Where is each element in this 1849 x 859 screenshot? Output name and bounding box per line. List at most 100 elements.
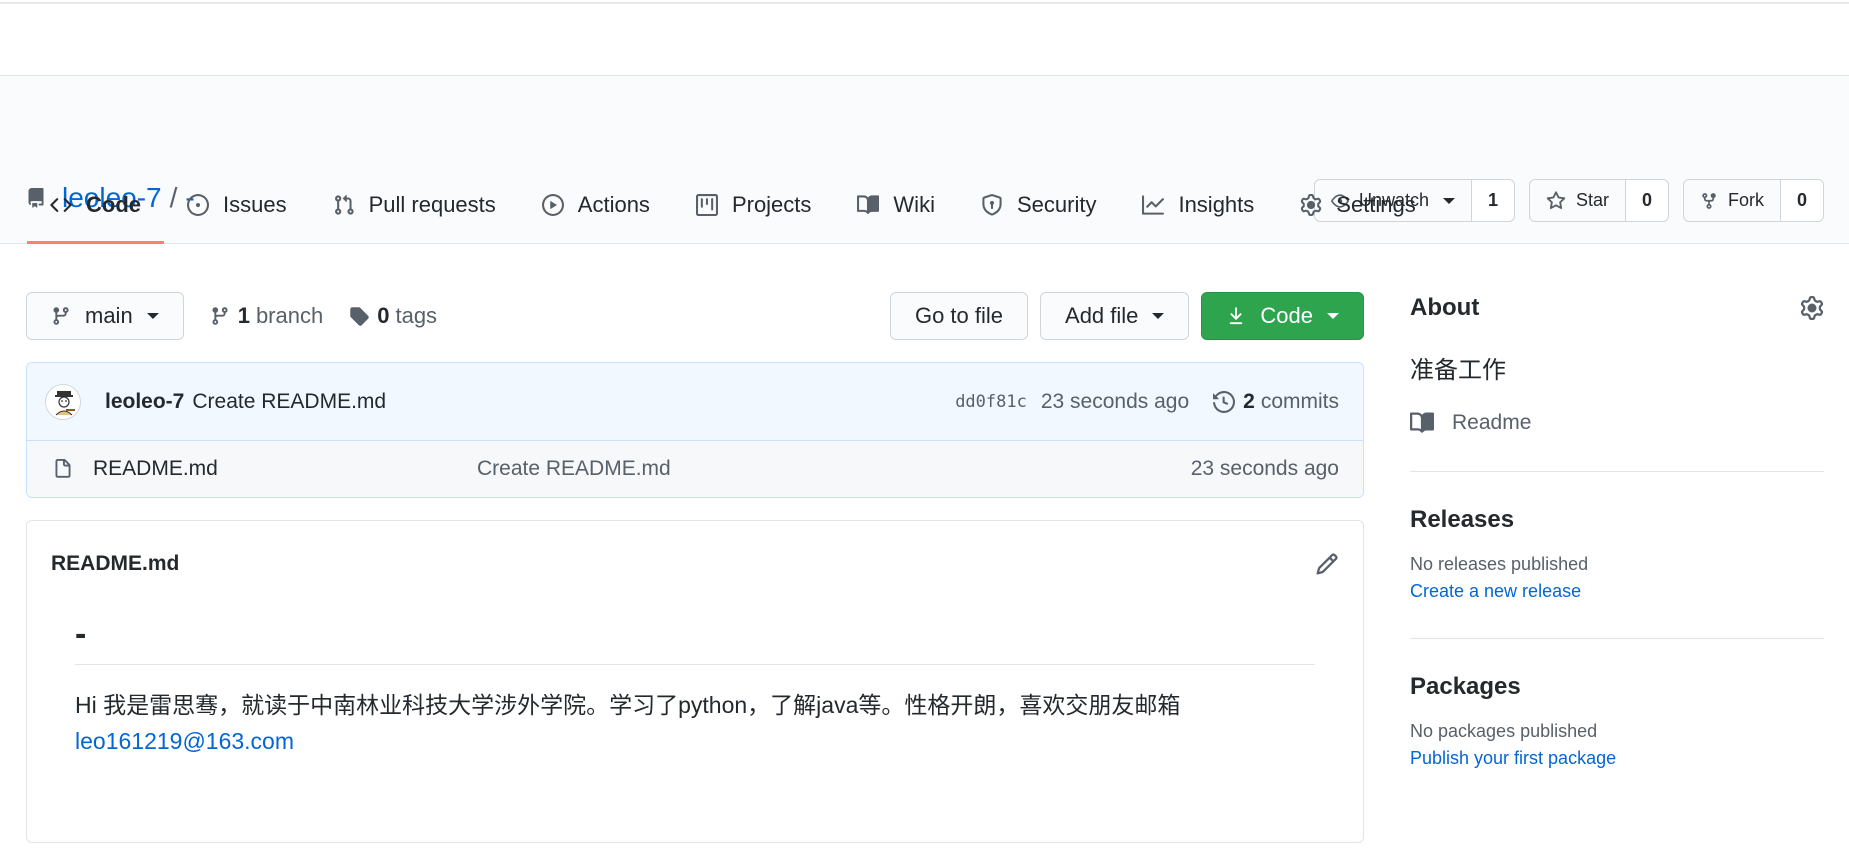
branch-icon [212, 307, 228, 325]
chevron-down-icon [1327, 313, 1339, 319]
repo-description: 准备工作 [1410, 357, 1506, 384]
readme-filename[interactable]: README.md [51, 552, 179, 576]
code-download-button[interactable]: Code [1201, 292, 1364, 340]
email-link[interactable]: leo161219@163.com [75, 728, 294, 754]
fork-label: Fork [1728, 190, 1764, 210]
tab-settings[interactable]: Settings [1277, 168, 1439, 244]
star-button-group: Star 0 [1528, 179, 1669, 222]
tab-label: Security [1016, 191, 1097, 217]
repo-tabs: Code Issues Pull requests Actions Projec… [27, 168, 1439, 244]
tab-security[interactable]: Security [958, 168, 1119, 244]
about-header: About [1410, 292, 1824, 324]
file-name[interactable]: README.md [93, 457, 477, 481]
divider [1410, 471, 1824, 472]
fork-button-group: Fork 0 [1683, 179, 1824, 222]
branch-select-button[interactable]: main [26, 292, 184, 340]
readme-text: Hi 我是雷思骞，就读于中南林业科技大学涉外学院。学习了python，了解jav… [75, 692, 1181, 718]
commits-count: 2 [1243, 389, 1255, 413]
fork-button[interactable]: Fork [1684, 180, 1781, 221]
tags-count: 0 [377, 303, 390, 328]
tab-label: Issues [223, 191, 287, 217]
tab-label: Insights [1178, 191, 1255, 217]
issue-icon [187, 193, 209, 216]
publish-package-link[interactable]: Publish your first package [1410, 748, 1824, 769]
pencil-icon[interactable] [1315, 552, 1339, 576]
tags-label: tags [395, 303, 438, 328]
packages-empty: No packages published [1410, 721, 1598, 741]
tab-label: Settings [1336, 191, 1416, 217]
divider [1410, 638, 1824, 639]
shield-icon [982, 193, 1002, 216]
packages-title[interactable]: Packages [1410, 673, 1824, 701]
latest-commit: leoleo-7 Create README.md dd0f81c 23 sec… [27, 363, 1363, 441]
file-navigation: main 1 branch 0 tags Go to file Add file [26, 292, 1364, 340]
global-header [0, 0, 1849, 76]
book-icon [1410, 412, 1434, 433]
create-release-link[interactable]: Create a new release [1410, 581, 1824, 602]
branches-label: branch [255, 303, 324, 328]
main-column: main 1 branch 0 tags Go to file Add file [26, 292, 1364, 843]
add-file-label: Add file [1065, 303, 1139, 328]
readme-box: README.md - Hi 我是雷思骞，就读于中南林业科技大学涉外学院。学习了… [26, 520, 1364, 843]
commit-sha[interactable]: dd0f81c [955, 392, 1027, 412]
commit-time: 23 seconds ago [1040, 389, 1190, 413]
gear-icon [1301, 193, 1322, 216]
commits-link[interactable]: 2 commits [1213, 390, 1339, 414]
watchers-count[interactable]: 1 [1471, 180, 1514, 221]
file-icon [55, 459, 71, 478]
tab-label: Projects [731, 191, 812, 217]
commit-message[interactable]: Create README.md [192, 390, 386, 414]
book-icon [857, 194, 880, 214]
fork-icon [1702, 192, 1716, 209]
branch-name: main [85, 303, 133, 328]
tab-projects[interactable]: Projects [673, 168, 834, 244]
star-label: Star [1575, 190, 1609, 210]
releases-title[interactable]: Releases [1410, 506, 1824, 534]
history-icon [1213, 390, 1236, 413]
tab-code[interactable]: Code [27, 168, 164, 244]
commit-author[interactable]: leoleo-7 [105, 390, 184, 414]
star-button[interactable]: Star [1530, 180, 1626, 221]
file-time: 23 seconds ago [1190, 457, 1339, 480]
tags-link[interactable]: 0 tags [349, 303, 437, 329]
stars-count[interactable]: 0 [1626, 180, 1668, 221]
file-list: leoleo-7 Create README.md dd0f81c 23 sec… [26, 362, 1364, 498]
tag-icon [350, 307, 369, 326]
tab-pull-requests[interactable]: Pull requests [310, 168, 519, 244]
sidebar: About 准备工作 Readme Releases No releases p… [1410, 292, 1824, 769]
readme-paragraph: Hi 我是雷思骞，就读于中南林业科技大学涉外学院。学习了python，了解jav… [75, 687, 1315, 759]
file-commit-message[interactable]: Create README.md [477, 457, 671, 481]
branches-count: 1 [237, 303, 250, 328]
commits-label: commits [1260, 389, 1339, 413]
star-icon [1546, 190, 1566, 209]
tab-wiki[interactable]: Wiki [834, 168, 958, 244]
avatar[interactable] [45, 383, 81, 420]
branches-link[interactable]: 1 branch [210, 303, 324, 329]
tab-insights[interactable]: Insights [1119, 168, 1277, 244]
readme-link[interactable]: Readme [1410, 411, 1824, 435]
download-icon [1230, 307, 1243, 325]
chevron-down-icon [1152, 313, 1165, 319]
about-title: About [1410, 294, 1480, 321]
chevron-down-icon [1442, 197, 1455, 204]
tab-label: Wiki [893, 191, 935, 217]
code-button-label: Code [1260, 303, 1313, 328]
graph-icon [1142, 194, 1165, 215]
add-file-button[interactable]: Add file [1040, 292, 1190, 340]
tab-issues[interactable]: Issues [164, 168, 310, 244]
tab-actions[interactable]: Actions [519, 168, 673, 244]
tab-label: Pull requests [368, 191, 496, 217]
chevron-down-icon [146, 313, 159, 319]
releases-empty: No releases published [1410, 554, 1589, 574]
readme-header: README.md [27, 521, 1363, 607]
play-icon [541, 193, 564, 216]
repo-content: main 1 branch 0 tags Go to file Add file [0, 244, 1849, 859]
gear-icon[interactable] [1800, 296, 1824, 320]
readme-link-label: Readme [1452, 411, 1532, 434]
forks-count[interactable]: 0 [1781, 180, 1823, 221]
go-to-file-button[interactable]: Go to file [889, 292, 1029, 340]
file-row[interactable]: README.md Create README.md 23 seconds ag… [27, 441, 1363, 497]
branch-icon [53, 307, 69, 325]
tab-label: Code [86, 191, 141, 217]
pull-request-icon [334, 194, 354, 215]
